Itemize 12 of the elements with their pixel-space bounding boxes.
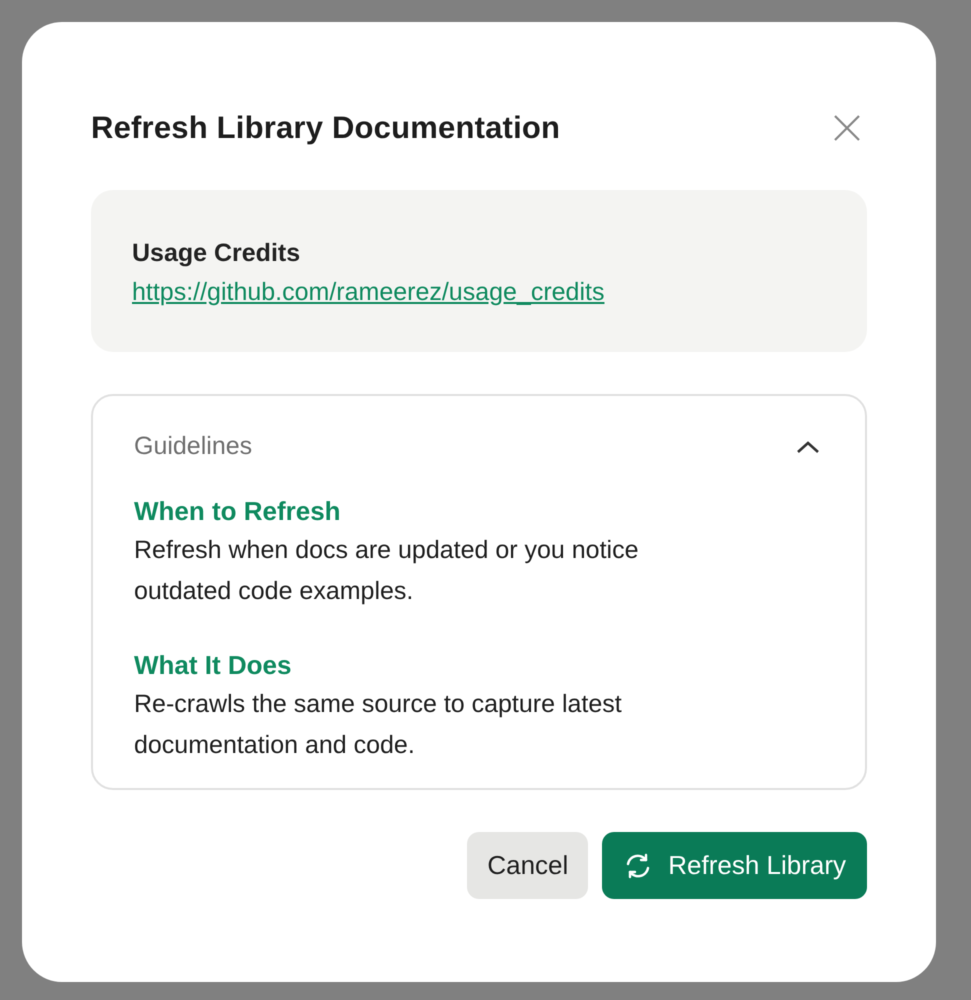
dialog-title: Refresh Library Documentation — [91, 110, 560, 146]
refresh-library-button[interactable]: Refresh Library — [602, 832, 867, 899]
cancel-button[interactable]: Cancel — [467, 832, 588, 899]
chevron-icon[interactable] — [796, 440, 820, 454]
guideline-heading: When to Refresh — [134, 495, 342, 528]
guideline-text: Re-crawls the same source to capture latest documentation and code. — [134, 689, 623, 761]
guideline-text: Refresh when docs are updated or you notice outdated code examples. — [134, 535, 640, 607]
source-link[interactable]: https://github.com/rameerez/usage_credits — [132, 278, 604, 306]
source-name: Usage Credits — [132, 238, 302, 269]
guideline-heading: What It Does — [134, 649, 292, 682]
close-icon[interactable] — [834, 115, 860, 141]
guidelines-toggle[interactable]: Guidelines — [134, 432, 252, 461]
